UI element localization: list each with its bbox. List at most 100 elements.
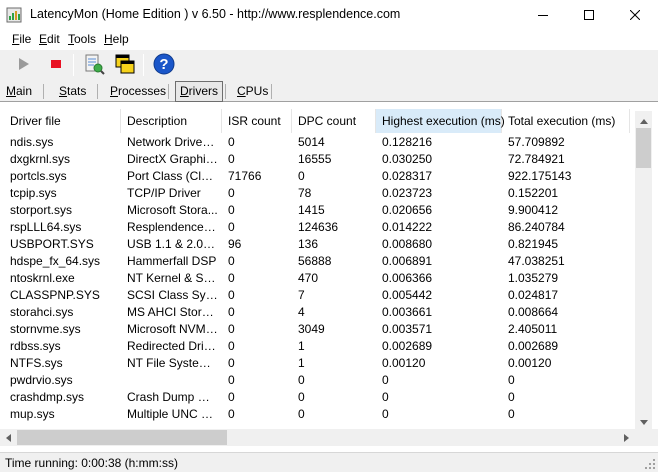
title-bar[interactable]: LatencyMon (Home Edition ) v 6.50 - http… [0,0,658,30]
table-row[interactable]: ntoskrnl.exe NT Kernel & Sys... 0 470 0.0063… [0,270,635,287]
horizontal-scrollbar[interactable] [0,429,635,446]
cell-dpc-count: 1 [298,356,305,370]
table-row[interactable]: stornvme.sys Microsoft NVM ... 0 3049 0.0035… [0,321,635,338]
report-button[interactable] [82,53,106,77]
column-header-total-execution[interactable]: Total execution (ms) [502,109,630,133]
cell-dpc-count: 0 [298,373,305,387]
help-button[interactable]: ? [152,53,176,77]
tab-main[interactable]: Main [2,82,36,101]
scroll-right-button[interactable] [618,429,635,446]
cell-isr-count: 0 [228,186,235,200]
cell-highest-execution: 0.006366 [382,271,433,285]
table-row[interactable]: USBPORT.SYS USB 1.1 & 2.0 P... 96 136 0.0086… [0,236,635,253]
cell-highest-execution: 0.023723 [382,186,433,200]
table-row[interactable]: ndis.sys Network Driver ... 0 5014 0.128216 5… [0,134,635,151]
cell-highest-execution: 0.005442 [382,288,433,302]
tab-drivers[interactable]: Drivers [175,81,224,102]
cell-description: Multiple UNC Pr... [127,407,218,421]
cell-total-execution: 0.008664 [508,305,559,319]
maximize-button[interactable] [566,0,612,30]
maximize-icon [584,10,594,20]
table-row[interactable]: portcls.sys Port Class (Clas... 71766 0 0.02… [0,168,635,185]
tab-stats[interactable]: Stats [55,82,90,101]
cell-description: DirectX Graphic... [127,152,218,166]
cell-driver-file: storahci.sys [10,305,74,319]
minimize-icon [538,10,548,20]
cell-isr-count: 0 [228,322,235,336]
vertical-scrollbar[interactable] [635,111,652,429]
cell-driver-file: stornvme.sys [10,322,81,336]
resize-grip-icon[interactable] [644,458,656,470]
cell-total-execution: 0 [508,373,515,387]
tab-processes[interactable]: Processes [106,82,170,101]
table-row[interactable]: mup.sys Multiple UNC Pr... 0 0 0 0 [0,406,635,423]
scroll-up-button[interactable] [635,111,652,128]
column-header-isr-count[interactable]: ISR count [222,109,292,133]
vertical-scroll-thumb[interactable] [636,128,651,168]
cell-dpc-count: 5014 [298,135,325,149]
table-row[interactable]: NTFS.sys NT File System ... 0 1 0.00120 0.001… [0,355,635,372]
status-bar: Time running: 0:00:38 (h:mm:ss) [0,452,658,472]
toolbar-separator [143,54,144,76]
tab-cpus[interactable]: CPUs [233,82,272,101]
close-button[interactable] [612,0,658,30]
table-row[interactable]: storport.sys Microsoft Stora... 0 1415 0.020… [0,202,635,219]
table-row[interactable]: rspLLL64.sys Resplendence L... 0 124636 0.01… [0,219,635,236]
table-row[interactable]: CLASSPNP.SYS SCSI Class Syst... 0 7 0.005442… [0,287,635,304]
column-header-description[interactable]: Description [121,109,222,133]
tab-separator [97,84,98,99]
menu-tools-label: ools [74,32,97,46]
minimize-button[interactable] [520,0,566,30]
stop-monitor-button[interactable] [44,53,68,77]
scroll-down-arrow-icon [639,414,648,428]
menu-tools[interactable]: Tools [68,32,96,46]
scroll-up-arrow-icon [639,113,648,127]
table-row[interactable]: disk.sysPnP Disk Drive...0000 [0,423,635,425]
table-row[interactable]: dxgkrnl.sys DirectX Graphic... 0 16555 0.030… [0,151,635,168]
tab-drivers-label: rivers [188,84,219,98]
cell-isr-count: 0 [228,373,235,387]
cell-total-execution: 0.00120 [508,356,552,370]
column-header-dpc-count[interactable]: DPC count [292,109,376,133]
tab-main-label: ain [16,84,33,98]
menu-help[interactable]: Help [104,32,129,46]
cell-description: MS AHCI Storp... [127,305,218,319]
cell-driver-file: NTFS.sys [10,356,63,370]
cell-highest-execution: 0 [382,390,389,404]
table-row[interactable]: crashdmp.sys Crash Dump Dri... 0 0 0 0 [0,389,635,406]
scroll-left-button[interactable] [0,429,17,446]
drivers-list-view[interactable]: Driver file Description ISR count DPC co… [0,103,658,447]
drivers-table-body: ndis.sys Network Driver ... 0 5014 0.128216 5… [0,134,635,425]
cell-highest-execution: 0.002689 [382,339,433,353]
tab-main-accel: M [6,84,16,98]
menu-file[interactable]: File [12,32,31,46]
tab-separator [225,84,226,99]
table-row[interactable]: pwdrvio.sys 0 0 0 0 [0,372,635,389]
table-row[interactable]: tcpip.sys TCP/IP Driver 0 78 0.023723 0.15220… [0,185,635,202]
scroll-down-button[interactable] [635,412,652,429]
table-row[interactable]: storahci.sys MS AHCI Storp... 0 4 0.003661 0.… [0,304,635,321]
cell-total-execution: 86.240784 [508,220,565,234]
menu-bar: File Edit Tools Help [0,30,658,49]
cell-isr-count: 0 [228,390,235,404]
windows-icon [114,53,136,78]
horizontal-scroll-thumb[interactable] [17,430,227,445]
cell-total-execution: 72.784921 [508,152,565,166]
menu-file-label: ile [19,32,32,46]
cell-highest-execution: 0.003571 [382,322,433,336]
column-header-highest-execution[interactable]: Highest execution (ms) [376,109,505,133]
window-title: LatencyMon (Home Edition ) v 6.50 - http… [30,7,401,21]
table-row[interactable]: rdbss.sys Redirected Driv... 0 1 0.002689 0.0… [0,338,635,355]
cell-highest-execution: 0.003661 [382,305,433,319]
cell-dpc-count: 56888 [298,254,332,268]
start-monitor-button[interactable] [12,53,36,77]
scrollbar-corner [635,429,658,446]
menu-edit[interactable]: Edit [39,32,60,46]
table-row[interactable]: hdspe_fx_64.sys Hammerfall DSP 0 56888 0.006… [0,253,635,270]
column-header-driver-file[interactable]: Driver file [4,109,121,133]
cell-highest-execution: 0.020656 [382,203,433,217]
windows-view-button[interactable] [113,53,137,77]
cell-highest-execution: 0.028317 [382,169,433,183]
cell-dpc-count: 470 [298,271,319,285]
cell-dpc-count: 4 [298,305,305,319]
